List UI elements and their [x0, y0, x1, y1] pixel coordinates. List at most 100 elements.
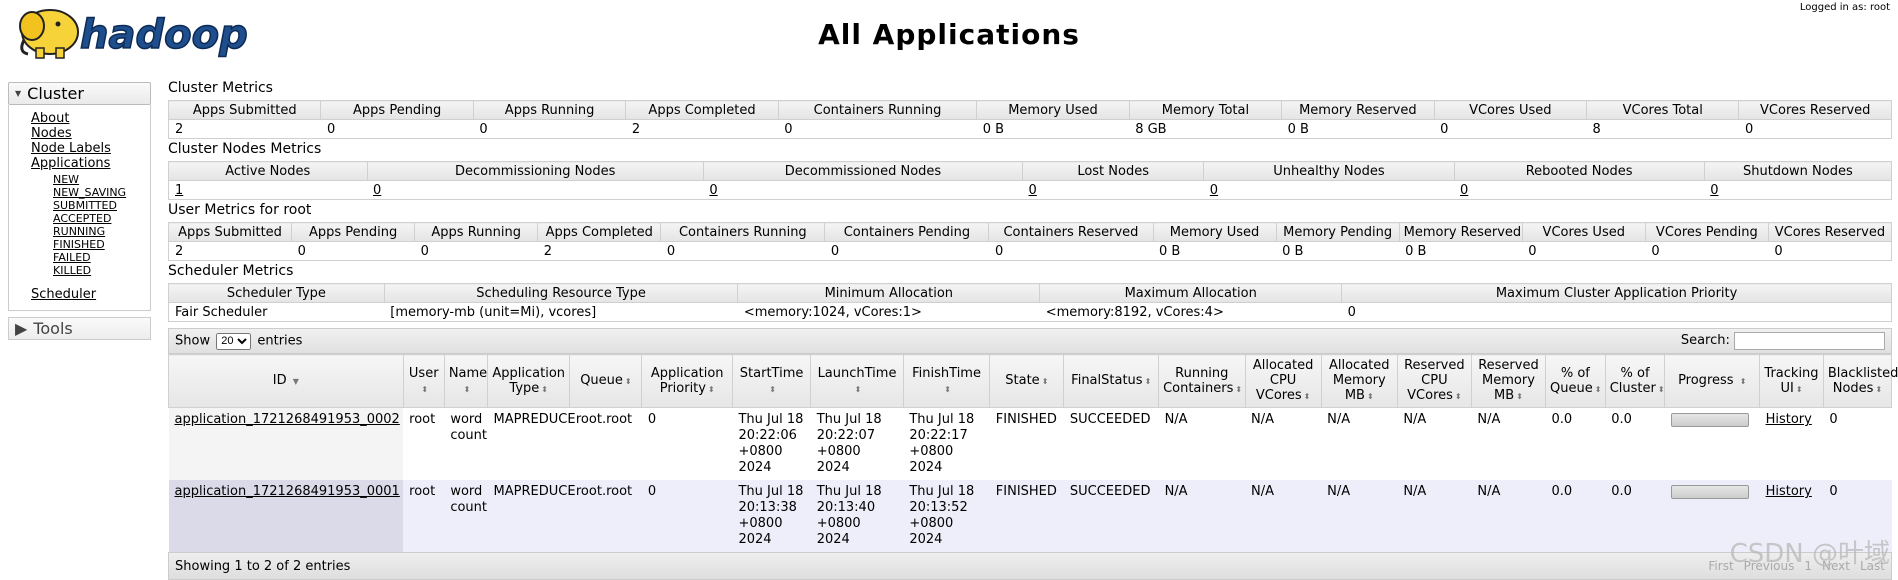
state-link-new-saving[interactable]: NEW_SAVING — [53, 186, 150, 199]
col-header-user[interactable]: User ⬍ — [402, 354, 445, 408]
col-header-pct-cluster[interactable]: % of Cluster ⬍ — [1604, 354, 1666, 408]
nm-decommissioned-link[interactable]: 0 — [709, 183, 717, 198]
app-id-link[interactable]: application_1721268491953_0001 — [175, 484, 400, 499]
user-metrics-table: Apps Submitted Apps Pending Apps Running… — [167, 222, 1893, 261]
state-link-accepted[interactable]: ACCEPTED — [53, 212, 150, 225]
app-state: FINISHED — [989, 480, 1064, 552]
app-user: root — [403, 407, 445, 480]
sidebar-cluster-header[interactable]: ▼ Cluster — [8, 82, 151, 105]
nm-shutdown-link[interactable]: 0 — [1710, 183, 1718, 198]
col-header-pct-queue[interactable]: % of Queue ⬍ — [1545, 354, 1606, 408]
col-header-queue[interactable]: Queue ⬍ — [569, 354, 643, 408]
col-header-alloc-cpu[interactable]: Allocated CPU VCores ⬍ — [1244, 354, 1322, 408]
col-header-res-cpu[interactable]: Reserved CPU VCores ⬍ — [1396, 354, 1472, 408]
um-value: 0 — [660, 241, 825, 261]
tracking-ui-link[interactable]: History — [1766, 484, 1812, 499]
sort-icon: ⬍ — [944, 384, 951, 394]
col-header-res-mem[interactable]: Reserved Memory MB ⬍ — [1470, 354, 1547, 408]
cm-header: Apps Running — [472, 100, 627, 120]
app-final-status: SUCCEEDED — [1063, 407, 1159, 480]
nm-decommissioning-link[interactable]: 0 — [373, 183, 381, 198]
nm-header: Active Nodes — [168, 161, 368, 181]
entries-select[interactable]: 20 — [216, 332, 252, 350]
col-header-running-containers[interactable]: Running Containers ⬍ — [1158, 354, 1246, 408]
sort-icon: ⬍ — [1144, 377, 1152, 386]
tracking-ui-link[interactable]: History — [1766, 412, 1812, 427]
nm-header: Decommissioning Nodes — [366, 161, 704, 181]
state-link-new[interactable]: NEW — [53, 173, 150, 186]
cm-header: VCores Total — [1586, 100, 1740, 120]
sidebar-link-nodes[interactable]: Nodes — [31, 126, 150, 141]
col-header-state[interactable]: State ⬍ — [989, 354, 1065, 408]
col-header-tracking-ui[interactable]: Tracking UI ⬍ — [1759, 354, 1824, 408]
nm-rebooted-link[interactable]: 0 — [1460, 183, 1468, 198]
um-value: 0 — [824, 241, 989, 261]
um-value: 2 — [537, 241, 661, 261]
app-launchtime: Thu Jul 18 20:22:07 +0800 2024 — [810, 407, 904, 480]
sm-header: Maximum Cluster Application Priority — [1341, 283, 1892, 303]
sort-icon: ⬍ — [1594, 384, 1602, 394]
sidebar-tools-header[interactable]: ▶ Tools — [8, 317, 151, 340]
sort-icon: ⬍ — [854, 384, 862, 394]
cm-value: 0 — [1738, 119, 1892, 139]
state-link-submitted[interactable]: SUBMITTED — [53, 199, 150, 212]
col-header-app-type[interactable]: Application Type ⬍ — [487, 354, 571, 408]
cm-value: 2 — [625, 119, 779, 139]
um-header: Memory Used — [1152, 222, 1277, 242]
app-user: root — [403, 480, 445, 552]
state-link-running[interactable]: RUNNING — [53, 225, 150, 238]
app-launchtime: Thu Jul 18 20:13:40 +0800 2024 — [810, 480, 904, 552]
app-queue: root.root — [569, 407, 642, 480]
col-header-finalstatus[interactable]: FinalStatus ⬍ — [1063, 354, 1160, 408]
logged-in-user: Logged in as: root — [1799, 2, 1890, 13]
progress-bar — [1670, 413, 1749, 427]
col-header-launchtime[interactable]: LaunchTime ⬍ — [810, 354, 904, 408]
col-header-priority[interactable]: Application Priority ⬍ — [641, 354, 733, 408]
app-priority: 0 — [641, 407, 733, 480]
nm-lost-link[interactable]: 0 — [1029, 183, 1037, 198]
nm-header: Unhealthy Nodes — [1203, 161, 1455, 181]
state-link-failed[interactable]: FAILED — [53, 251, 150, 264]
app-id-link[interactable]: application_1721268491953_0002 — [175, 412, 400, 427]
col-header-finishtime[interactable]: FinishTime ⬍ — [902, 354, 991, 408]
col-header-progress[interactable]: Progress ⬍ — [1664, 354, 1761, 408]
app-state-links: NEW NEW_SAVING SUBMITTED ACCEPTED RUNNIN… — [31, 173, 150, 277]
node-metrics-title: Cluster Nodes Metrics — [168, 141, 322, 157]
app-final-status: SUCCEEDED — [1063, 480, 1159, 552]
col-header-id[interactable]: ID ▼ — [168, 354, 404, 408]
user-metrics-title: User Metrics for root — [168, 202, 312, 218]
col-header-name[interactable]: Name ⬍ — [443, 354, 489, 408]
node-metrics-table: Active Nodes Decommissioning Nodes Decom… — [168, 161, 1893, 200]
um-value: 0 — [414, 241, 538, 261]
cluster-metrics-title: Cluster Metrics — [168, 80, 273, 96]
nm-active-nodes-link[interactable]: 1 — [175, 183, 183, 198]
table-controls: Show 20 entries Search: — [168, 328, 1892, 354]
state-link-killed[interactable]: KILLED — [53, 264, 150, 277]
sidebar-link-about[interactable]: About — [31, 111, 150, 126]
sidebar-link-scheduler[interactable]: Scheduler — [31, 287, 150, 302]
sort-icon: ⬍ — [1235, 384, 1243, 394]
sidebar-link-node-labels[interactable]: Node Labels — [31, 141, 150, 156]
app-type: MAPREDUCE — [487, 407, 576, 480]
app-res-mem: N/A — [1471, 407, 1546, 480]
col-header-alloc-mem[interactable]: Allocated Memory MB ⬍ — [1320, 354, 1398, 408]
nm-header: Shutdown Nodes — [1703, 161, 1893, 181]
applications-table: ID ▼ User ⬍ Name ⬍ Application Type ⬍ Queue… — [168, 354, 1898, 552]
app-finishtime: Thu Jul 18 20:13:52 +0800 2024 — [903, 480, 990, 552]
um-header: VCores Used — [1521, 222, 1646, 242]
cm-header: VCores Reserved — [1738, 100, 1892, 120]
state-link-finished[interactable]: FINISHED — [53, 238, 150, 251]
cm-header: Apps Submitted — [167, 100, 322, 120]
scheduler-metrics-table: Scheduler Type Scheduling Resource Type … — [168, 283, 1892, 322]
col-header-blacklisted[interactable]: Blacklisted Nodes ⬍ — [1822, 354, 1898, 408]
col-header-starttime[interactable]: StartTime ⬍ — [731, 354, 812, 408]
sm-header: Scheduler Type — [168, 283, 385, 303]
um-value: 0 — [1522, 241, 1646, 261]
main-content: Cluster Metrics Apps Submitted Apps Pend… — [167, 78, 1898, 580]
triangle-down-icon: ▼ — [15, 89, 22, 98]
sidebar-link-applications[interactable]: Applications — [31, 156, 150, 171]
nm-unhealthy-link[interactable]: 0 — [1210, 183, 1218, 198]
cm-value: 0 — [473, 119, 626, 139]
search-input[interactable] — [1734, 332, 1885, 350]
sort-icon: ⬍ — [1875, 384, 1883, 394]
